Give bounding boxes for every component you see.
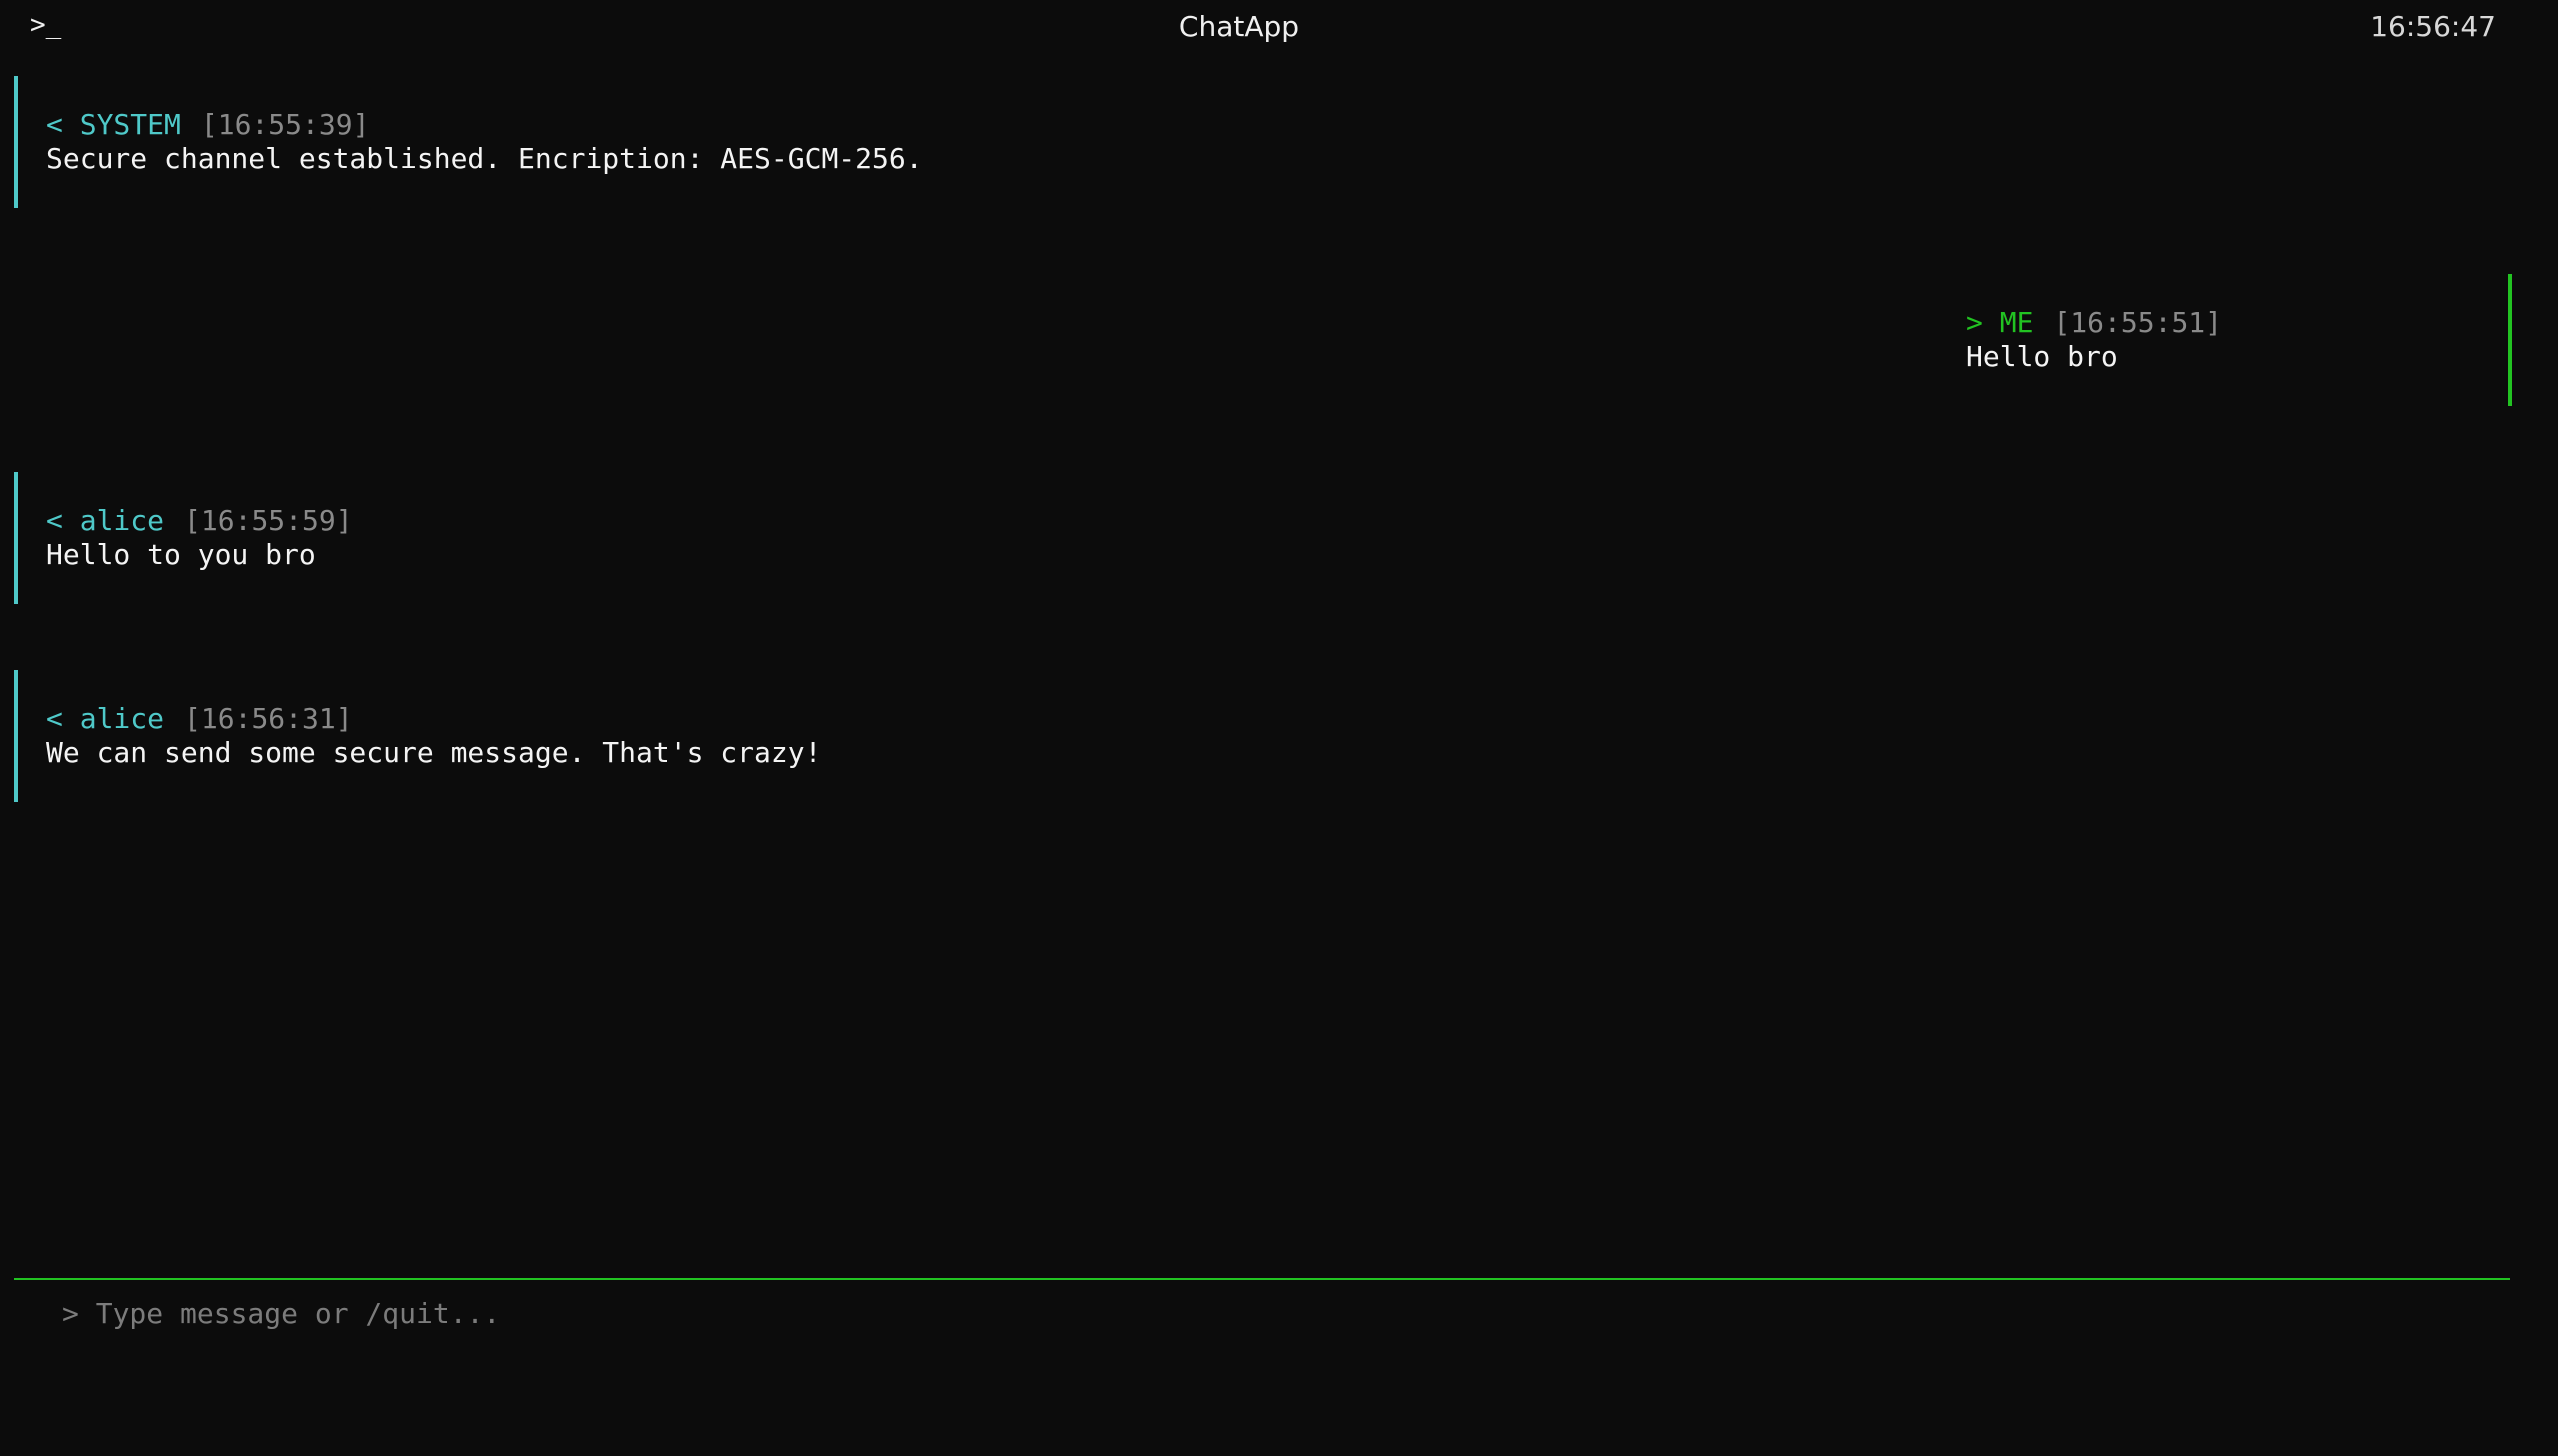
chat-app-window: >_ ChatApp 16:56:47 < SYSTEM [16:55:39] S…: [0, 0, 2558, 1456]
message-text: Hello bro: [1966, 340, 2118, 373]
message-sender: SYSTEM: [79, 108, 181, 141]
message-text: Secure channel established. Encription: …: [46, 142, 923, 175]
message-item: < alice [16:56:31] We can send some secur…: [14, 670, 1214, 802]
message-timestamp: [16:55:51]: [2053, 306, 2223, 339]
message-item: < alice [16:55:59] Hello to you bro: [14, 472, 1214, 604]
incoming-arrow-icon: <: [46, 504, 63, 537]
message-text: Hello to you bro: [46, 538, 316, 571]
clock: 16:56:47: [2370, 10, 2496, 43]
message-header: < SYSTEM [16:55:39]: [46, 108, 1214, 142]
incoming-arrow-icon: <: [46, 702, 63, 735]
message-item: > ME [16:55:51] Hello bro: [1966, 274, 2512, 406]
message-item: < SYSTEM [16:55:39] Secure channel establ…: [14, 76, 1214, 208]
message-input[interactable]: [14, 1290, 1264, 1336]
title-bar: >_ ChatApp 16:56:47: [0, 0, 2558, 54]
message-sender: alice: [79, 504, 165, 537]
message-header: < alice [16:56:31]: [46, 702, 1214, 736]
app-title: ChatApp: [1178, 10, 1300, 43]
message-composer: [14, 1282, 2510, 1342]
message-header: < alice [16:55:59]: [46, 504, 1214, 538]
composer-divider: [14, 1278, 2510, 1280]
incoming-arrow-icon: <: [46, 108, 63, 141]
message-timestamp: [16:55:59]: [184, 504, 353, 537]
message-text: We can send some secure message. That's …: [46, 736, 822, 769]
message-sender: alice: [79, 702, 165, 735]
outgoing-arrow-icon: >: [1966, 306, 1983, 339]
message-sender: ME: [1999, 306, 2034, 339]
message-header: > ME [16:55:51]: [1966, 306, 2508, 340]
message-timestamp: [16:56:31]: [184, 702, 353, 735]
message-timestamp: [16:55:39]: [200, 108, 370, 141]
